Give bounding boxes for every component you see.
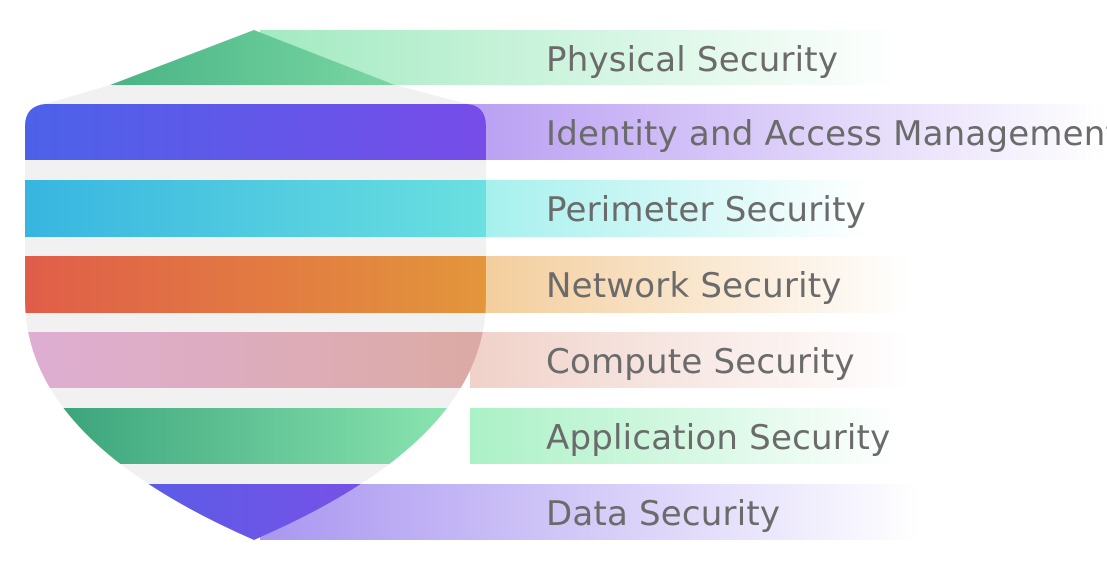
layer-label-perimeter-security: Perimeter Security — [546, 190, 866, 230]
layer-label-data-security: Data Security — [546, 494, 781, 534]
layer-label-identity-access: Identity and Access Management — [546, 114, 1107, 154]
layer-label-network-security: Network Security — [546, 266, 842, 306]
security-layers-diagram: Physical Security Identity and Access Ma… — [0, 0, 1107, 564]
layer-label-physical-security: Physical Security — [546, 40, 839, 80]
layer-label-application-security: Application Security — [546, 418, 891, 458]
layer-label-compute-security: Compute Security — [546, 342, 855, 382]
shield-band-3 — [25, 180, 486, 237]
shield-band-5 — [25, 332, 486, 388]
shield-band-6 — [25, 408, 486, 464]
shield-band-4 — [25, 256, 486, 313]
shield-band-2 — [25, 104, 486, 160]
